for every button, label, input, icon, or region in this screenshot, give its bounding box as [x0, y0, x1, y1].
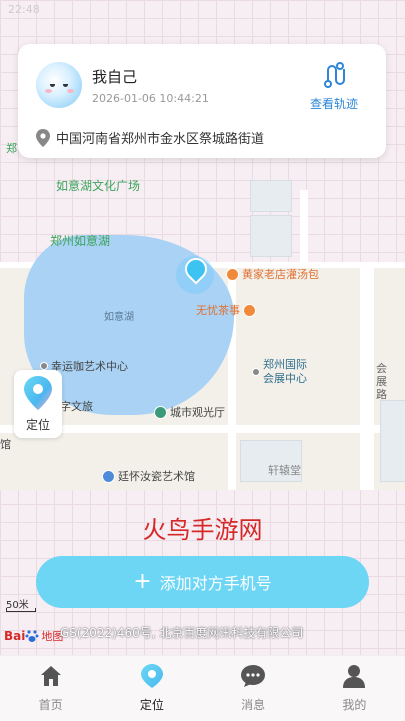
- avatar-eye: [50, 84, 55, 87]
- map-building: [250, 215, 292, 257]
- poi-tinghuai[interactable]: 廷怀汝瓷艺术馆: [102, 468, 195, 484]
- dot-icon: [40, 362, 48, 370]
- poi-wenlv[interactable]: 字文旅: [60, 398, 93, 414]
- map-label-lake: 如意湖: [104, 312, 134, 323]
- poi-city-hall[interactable]: 城市观光厅: [154, 404, 225, 420]
- restaurant-icon: [226, 267, 239, 281]
- avatar-eye: [63, 84, 68, 87]
- poi-huangjia[interactable]: 黄家老店灌汤包: [226, 266, 319, 282]
- attraction-icon: [154, 405, 167, 419]
- poi-wuyou[interactable]: 无忧茶事: [196, 302, 256, 318]
- plus-icon: +: [133, 569, 152, 594]
- map-label-road: 会展路: [376, 362, 387, 401]
- avatar-cheek: [45, 89, 52, 93]
- map-copyright: GS(2022)460号, 北京百度网讯科技有限公司: [60, 626, 304, 640]
- locate-label: 定位: [25, 418, 50, 432]
- watermark-text: 火鸟手游网: [142, 516, 263, 544]
- message-icon: [241, 665, 266, 687]
- tab-home[interactable]: 首页: [0, 656, 101, 721]
- location-card: 我自己 2026-01-06 10:44:21 查看轨迹 中国河南省郑州市金水区…: [18, 44, 386, 158]
- address-row: 中国河南省郑州市金水区祭城路街道: [36, 128, 264, 147]
- tab-messages[interactable]: 消息: [203, 656, 304, 721]
- museum-icon: [102, 469, 115, 483]
- map-building: [380, 400, 405, 482]
- view-track-button[interactable]: 查看轨迹: [304, 62, 364, 112]
- map-road: [360, 268, 374, 490]
- locate-pin-icon: [24, 376, 52, 410]
- baidu-map-logo: Bai 地图: [4, 629, 64, 643]
- avatar-cheek: [67, 89, 74, 93]
- location-pin-icon: [36, 128, 50, 147]
- add-phone-label: 添加对方手机号: [159, 574, 272, 593]
- status-bar: 22:48: [0, 0, 405, 22]
- bottom-tab-bar: 首页 定位 消息 我的: [0, 655, 405, 721]
- add-phone-button[interactable]: + 添加对方手机号: [36, 556, 369, 608]
- map-label-ruyi-lake-park: 郑州如意湖: [50, 234, 111, 248]
- location-icon: [140, 664, 163, 688]
- map-building: [250, 180, 292, 212]
- map-label-pavilion: 轩辕堂: [268, 464, 301, 477]
- home-icon: [40, 666, 61, 686]
- map-scale-bar: [6, 608, 36, 612]
- tab-profile[interactable]: 我的: [304, 656, 405, 721]
- status-time: 22:48: [8, 3, 40, 16]
- map-label-partial: 馆: [0, 438, 11, 451]
- avatar[interactable]: [36, 62, 82, 108]
- user-name: 我自己: [92, 68, 138, 86]
- profile-icon: [343, 665, 366, 688]
- dot-icon: [252, 368, 260, 376]
- view-track-label: 查看轨迹: [309, 97, 358, 111]
- teahouse-icon: [243, 303, 256, 317]
- address-text: 中国河南省郑州市金水区祭城路街道: [56, 132, 265, 147]
- locate-button[interactable]: 定位: [14, 370, 62, 438]
- update-time: 2026-01-06 10:44:21: [92, 92, 209, 105]
- map-road: [300, 190, 308, 268]
- map-label-culture-square: 如意湖文化广场: [56, 179, 141, 193]
- map-label-edge: 郑: [6, 142, 17, 155]
- track-route-icon: [324, 62, 345, 88]
- baidu-paw-icon: [25, 630, 39, 642]
- tab-location[interactable]: 定位: [101, 656, 202, 721]
- poi-exhibition-center[interactable]: 郑州国际 会展中心: [252, 358, 307, 386]
